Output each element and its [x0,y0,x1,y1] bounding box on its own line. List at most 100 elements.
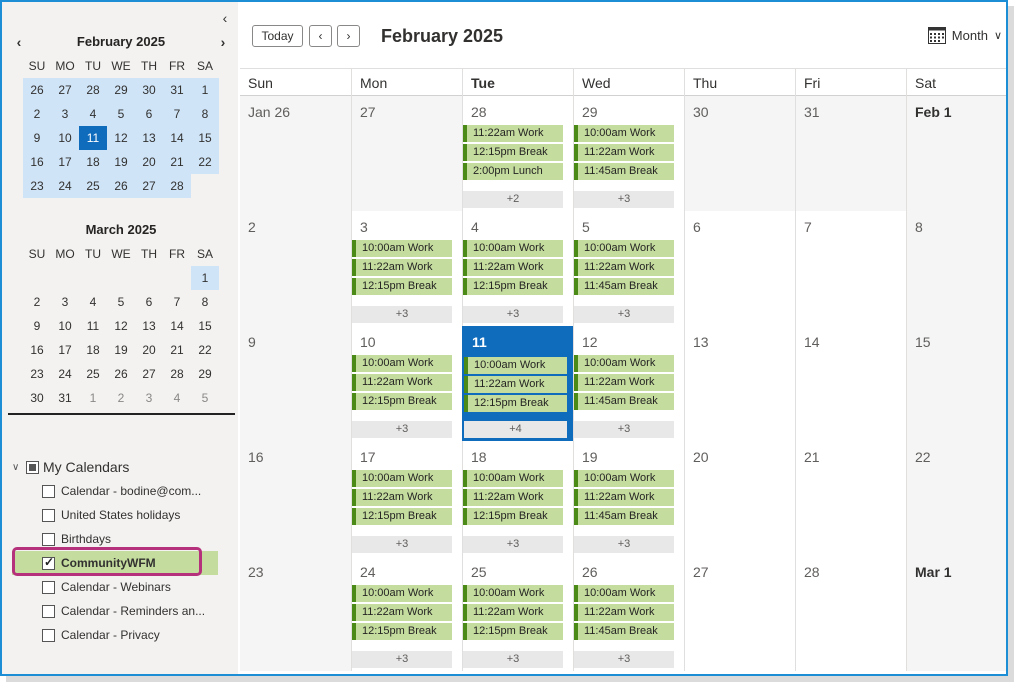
mini-day[interactable]: 3 [51,290,79,314]
more-events-button[interactable]: +2 [463,191,563,208]
mini-day[interactable]: 17 [51,338,79,362]
day-cell[interactable]: 25 10:00am Work 11:22am Work 12:15pm Break +… [462,556,573,671]
day-cell[interactable]: 15 [906,326,1006,441]
calendar-event[interactable]: 12:15pm Break [352,393,452,410]
calendar-event[interactable]: 11:45am Break [574,508,674,525]
mini-day[interactable]: 10 [51,314,79,338]
calendar-event[interactable]: 12:15pm Break [463,144,563,161]
mini-day[interactable]: 25 [79,362,107,386]
mini-day[interactable]: 21 [163,150,191,174]
calendar-item[interactable]: Calendar - Privacy [42,625,160,645]
mini-day[interactable]: 26 [107,362,135,386]
mini-day[interactable]: 28 [163,174,191,198]
mini-day[interactable]: 3 [135,386,163,410]
more-events-button[interactable]: +4 [464,421,567,438]
calendar-event[interactable]: 11:45am Break [574,393,674,410]
calendar-event[interactable]: 11:22am Work [352,604,452,621]
calendar-event[interactable]: 11:22am Work [463,604,563,621]
mini-day[interactable]: 21 [163,338,191,362]
day-cell[interactable]: Jan 26 [240,96,351,211]
calendar-event[interactable]: 10:00am Work [352,585,452,602]
more-events-button[interactable]: +3 [352,306,452,323]
calendar-event[interactable]: 11:45am Break [574,278,674,295]
mini-day[interactable]: 7 [163,290,191,314]
mini-day[interactable]: 1 [191,78,219,102]
today-button[interactable]: Today [252,25,303,47]
mini-day[interactable]: 3 [51,102,79,126]
calendar-event[interactable]: 10:00am Work [463,585,563,602]
mini-day[interactable]: 31 [163,78,191,102]
mini-day[interactable]: 12 [107,314,135,338]
mini-day[interactable]: 8 [191,290,219,314]
mini-day[interactable]: 6 [135,102,163,126]
calendar-event[interactable]: 12:15pm Break [463,623,563,640]
mini-day[interactable]: 27 [135,174,163,198]
calendar-event[interactable]: 11:45am Break [574,163,674,180]
mini-day[interactable]: 15 [191,126,219,150]
mini-day[interactable]: 16 [23,150,51,174]
calendar-event[interactable]: 11:22am Work [464,376,567,393]
mini-day[interactable]: 14 [163,314,191,338]
day-cell[interactable]: Mar 1 [906,556,1006,671]
calendar-event[interactable]: 10:00am Work [463,470,563,487]
mini-day[interactable]: 11 [79,126,107,150]
more-events-button[interactable]: +3 [352,651,452,668]
day-cell[interactable]: 27 [351,96,462,211]
mini-day[interactable]: 30 [135,78,163,102]
mini-day[interactable]: 8 [191,102,219,126]
calendar-event[interactable]: 10:00am Work [352,240,452,257]
mini-day[interactable]: 24 [51,174,79,198]
mini-day[interactable]: 2 [23,290,51,314]
calendar-event[interactable]: 10:00am Work [574,470,674,487]
calendar-event[interactable]: 11:22am Work [352,259,452,276]
mini-day[interactable]: 28 [79,78,107,102]
mini-day[interactable]: 30 [23,386,51,410]
mini-day[interactable]: 6 [135,290,163,314]
mini-next-month-button[interactable]: › [215,32,231,52]
mini-day[interactable]: 19 [107,150,135,174]
mini-day[interactable]: 10 [51,126,79,150]
more-events-button[interactable]: +3 [463,651,563,668]
calendar-checkbox[interactable] [42,508,55,522]
mini-day[interactable]: 4 [79,102,107,126]
mini-day[interactable]: 29 [191,362,219,386]
calendar-checkbox[interactable] [42,580,55,594]
calendar-event[interactable]: 12:15pm Break [463,278,563,295]
more-events-button[interactable]: +3 [463,536,563,553]
more-events-button[interactable]: +3 [574,421,674,438]
calendar-event[interactable]: 12:15pm Break [463,508,563,525]
mini-day[interactable]: 22 [191,338,219,362]
mini-day[interactable]: 27 [51,78,79,102]
calendar-event[interactable]: 11:22am Work [574,144,674,161]
more-events-button[interactable]: +3 [463,306,563,323]
day-cell[interactable]: 18 10:00am Work 11:22am Work 12:15pm Break +… [462,441,573,556]
calendar-event[interactable]: 11:22am Work [463,489,563,506]
day-cell[interactable]: 19 10:00am Work 11:22am Work 11:45am Break +… [573,441,684,556]
day-cell[interactable]: 31 [795,96,906,211]
calendar-item[interactable]: Calendar - Reminders an... [42,601,205,621]
day-cell[interactable]: 2 [240,211,351,326]
calendar-item[interactable]: Calendar - Webinars [42,577,171,597]
day-cell[interactable]: 22 [906,441,1006,556]
mini-day[interactable]: 5 [107,290,135,314]
day-cell[interactable]: 4 10:00am Work 11:22am Work 12:15pm Break +3 [462,211,573,326]
day-cell[interactable]: 16 [240,441,351,556]
calendar-event[interactable]: 2:00pm Lunch [463,163,563,180]
view-selector[interactable]: Month ∨ [927,27,1002,44]
next-month-button[interactable]: › [337,25,360,47]
mini-day[interactable]: 26 [107,174,135,198]
day-cell[interactable]: 14 [795,326,906,441]
day-cell[interactable]: 9 [240,326,351,441]
calendar-event[interactable]: 11:22am Work [463,259,563,276]
calendar-event[interactable]: 11:22am Work [574,604,674,621]
day-cell[interactable]: 26 10:00am Work 11:22am Work 11:45am Break +… [573,556,684,671]
calendar-event[interactable]: 12:15pm Break [464,395,567,412]
calendar-event[interactable]: 11:22am Work [574,374,674,391]
my-calendars-group[interactable]: ∨ My Calendars [12,458,129,476]
calendar-event[interactable]: 11:22am Work [574,259,674,276]
day-cell[interactable]: 17 10:00am Work 11:22am Work 12:15pm Break +… [351,441,462,556]
mini-day[interactable]: 20 [135,150,163,174]
day-cell[interactable]: 21 [795,441,906,556]
calendar-event[interactable]: 11:45am Break [574,623,674,640]
more-events-button[interactable]: +3 [574,191,674,208]
